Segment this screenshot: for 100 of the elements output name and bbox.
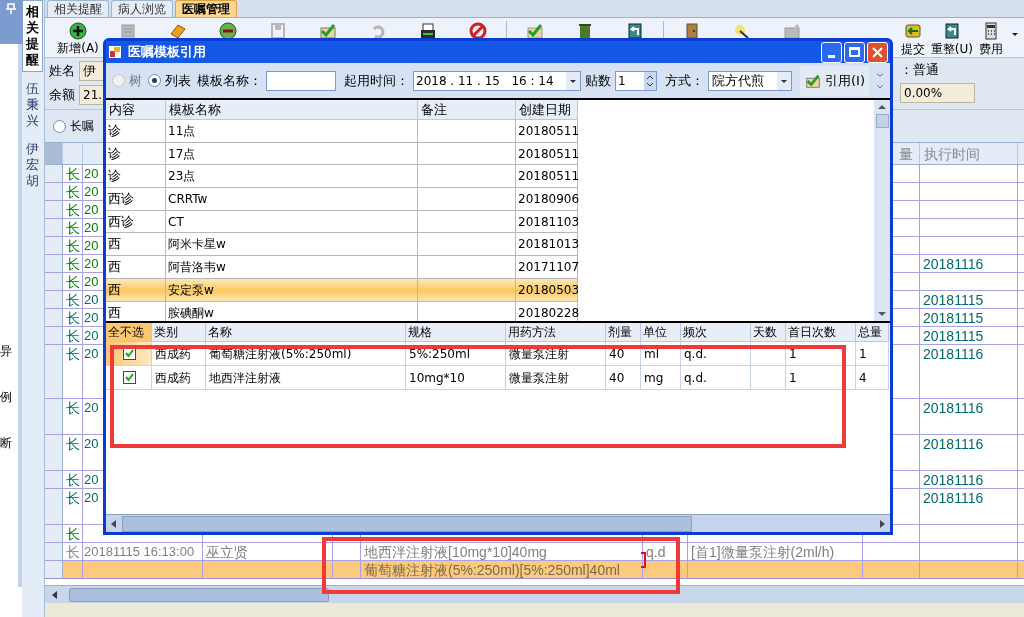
plus-icon	[68, 21, 88, 41]
table-cell-text: mg	[644, 369, 664, 387]
horizontal-scrollbar[interactable]	[45, 585, 1024, 603]
table-cell-text: q.d.	[684, 369, 707, 387]
table-row[interactable]: 长 20181115 16:13:00 巫立贤 地西泮注射液[10mg*10]40mg q.d [首1]微量泵注射(2ml/h)	[45, 543, 1024, 561]
table-cell: 20180511	[518, 169, 580, 184]
tab[interactable]: 医嘱管理	[175, 0, 237, 17]
table-cell: 20	[84, 346, 99, 361]
vertical-tab[interactable]: 伍秉兴	[22, 78, 43, 132]
table-cell-text: q.d.	[684, 345, 707, 363]
table-cell-text: 地西泮注射液	[209, 369, 281, 387]
table-cell: 诊	[108, 168, 121, 184]
minimize-button[interactable]	[821, 41, 842, 63]
table-cell: 西	[108, 259, 121, 275]
vertical-scrollbar[interactable]	[874, 100, 890, 321]
start-time-field[interactable]: 2018 . 11 . 15 16 : 14	[413, 70, 581, 91]
column-header[interactable]: 总量	[856, 323, 889, 342]
column-header[interactable]: 首日次数	[786, 323, 856, 342]
table-cell-text: 葡萄糖注射液(5%:250ml)	[209, 345, 352, 363]
doses-spinner[interactable]: 1	[615, 70, 657, 91]
vertical-tab[interactable]: 伊宏胡	[22, 138, 43, 192]
table-cell: 长	[66, 400, 80, 416]
radio-label: 列表	[165, 71, 191, 90]
table-cell-text: 1	[859, 345, 867, 363]
dropdown-icon[interactable]	[566, 71, 580, 90]
table-cell-text: 4	[859, 369, 867, 387]
table-cell: 20	[84, 166, 99, 181]
template-name-field[interactable]	[266, 70, 336, 91]
column-header[interactable]: 类别	[152, 323, 206, 342]
column-header[interactable]: 名称	[206, 323, 406, 342]
method-dropdown[interactable]: 院方代煎	[708, 70, 792, 91]
table-cell-text: 5%:250ml	[409, 345, 470, 363]
table-cell: 长	[66, 292, 80, 308]
quote-button[interactable]: 引用(I)	[800, 65, 869, 96]
table-cell: 长	[66, 274, 80, 290]
toolbar-button[interactable]: 提交	[897, 21, 928, 57]
column-header[interactable]: 天数	[751, 323, 786, 342]
table-cell-text: ml	[644, 345, 660, 363]
column-header[interactable]: 全不选	[106, 323, 152, 342]
checkbox[interactable]	[123, 371, 136, 384]
document-icon	[118, 21, 138, 41]
pin-icon[interactable]	[5, 3, 17, 15]
toolbar-button[interactable]: 重整(U)	[927, 21, 976, 57]
table-cell: 11点	[168, 124, 196, 138]
column-header[interactable]: 单位	[641, 323, 681, 342]
table-cell: 西	[108, 304, 121, 320]
table-cell: 20181115	[923, 292, 984, 308]
table-row[interactable]: 诊 11点 20180511	[106, 120, 578, 143]
table-cell: 20	[84, 202, 99, 217]
column-header[interactable]: 用药方法	[506, 323, 606, 342]
field-label: 模板名称：	[197, 71, 262, 90]
field-label: 贴数	[585, 71, 611, 90]
table-row[interactable]: 诊 17点 20180511	[106, 142, 578, 166]
column-header[interactable]: 剂量	[606, 323, 641, 342]
close-button[interactable]	[867, 41, 888, 63]
table-cell: 20181116	[923, 256, 984, 272]
column-header[interactable]: 规格	[406, 323, 506, 342]
table-row[interactable]: 西诊 CT 20181103	[106, 210, 578, 234]
tab[interactable]: 病人浏览	[111, 0, 173, 17]
scroll-thumb[interactable]	[69, 587, 329, 602]
radio-button[interactable]	[148, 74, 161, 87]
column-header[interactable]: 频次	[681, 323, 751, 342]
table-row[interactable]: 西 阿昔洛韦w 20171107	[106, 256, 578, 279]
table-cell: 20171107	[518, 260, 580, 275]
toolbar-button[interactable]: 新增(A)	[53, 21, 103, 55]
prohibited-icon	[468, 21, 488, 41]
table-cell: 阿昔洛韦w	[168, 260, 226, 275]
selected-row[interactable]: 西 安定泵w 20180503	[106, 278, 578, 302]
table-row[interactable]: 诊 23点 20180511	[106, 165, 578, 189]
horizontal-scrollbar[interactable]	[106, 514, 890, 532]
table-cell: 20181116	[923, 400, 984, 416]
table-cell: 20	[84, 256, 99, 271]
table-cell: 长	[66, 256, 80, 272]
table-cell: 20181116	[923, 490, 984, 506]
ratio-field[interactable]: 0.00%	[900, 83, 975, 103]
maximize-button[interactable]	[844, 41, 865, 63]
table-cell: 长	[66, 184, 80, 200]
side-label: 例	[0, 390, 12, 404]
scroll-thumb[interactable]	[122, 515, 692, 532]
dropdown-icon[interactable]	[777, 71, 791, 90]
table-cell: 地西泮注射液[10mg*10]40mg	[364, 544, 547, 560]
table-row[interactable]: 西诊 CRRTw 20180906	[106, 188, 578, 211]
table-cell: CT	[168, 214, 184, 229]
table-cell: 长	[66, 202, 80, 218]
tab[interactable]: 相关提醒	[47, 0, 109, 17]
vertical-tab[interactable]: 相关提醒	[22, 0, 43, 72]
radio-button[interactable]	[53, 119, 66, 133]
table-cell: 20180228	[518, 305, 580, 320]
toolbar-button[interactable]: 费用	[976, 21, 1006, 57]
table-cell: CRRTw	[168, 192, 208, 207]
table-cell: 20180511	[518, 124, 580, 138]
scroll-thumb[interactable]	[875, 114, 889, 128]
table-cell-text: 西成药	[155, 369, 191, 387]
table-row[interactable]: 西 胺碘酮w 20180228	[106, 301, 578, 321]
table-cell-text: 微量泵注射	[509, 345, 569, 363]
selected-row[interactable]: 葡萄糖注射液(5%:250ml)[5%:250ml]40ml	[45, 561, 1024, 579]
table-row[interactable]: 西 阿米卡星w 20181013	[106, 233, 578, 257]
table-cell: 长	[66, 238, 80, 254]
spin-icon[interactable]	[644, 71, 656, 90]
table-cell: 诊	[108, 145, 121, 161]
